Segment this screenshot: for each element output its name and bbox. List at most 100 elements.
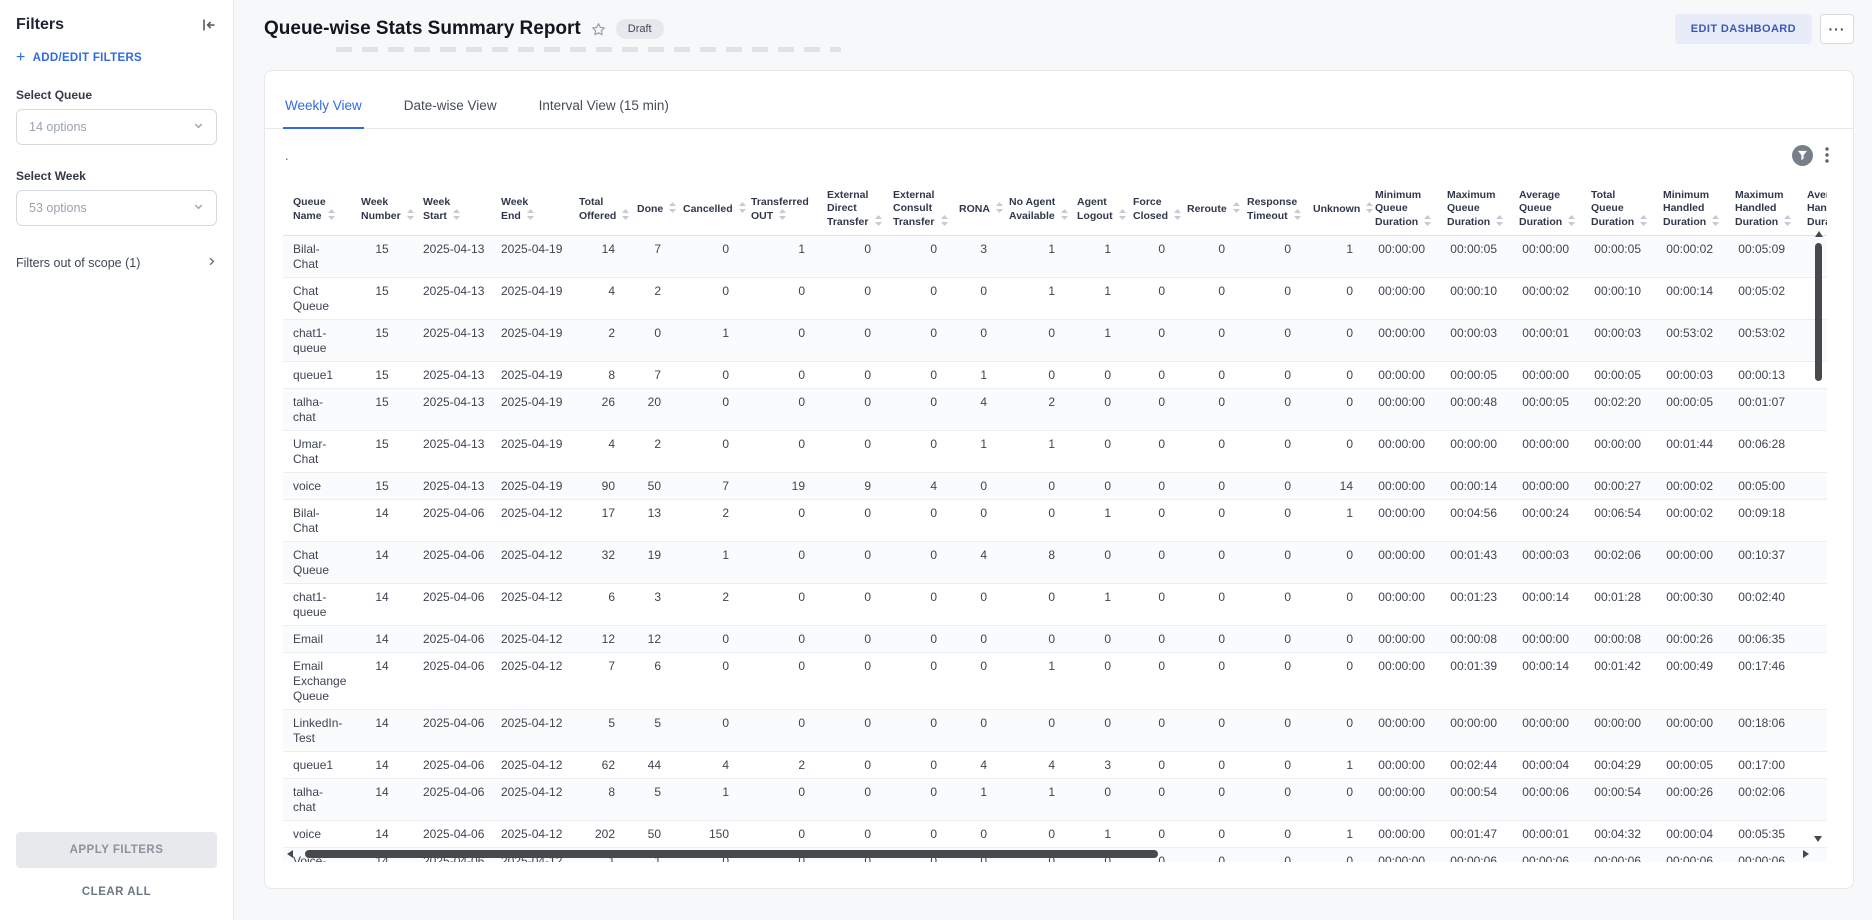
kebab-menu-icon[interactable] — [1825, 147, 1829, 163]
sort-icon[interactable] — [1423, 215, 1432, 226]
table-row[interactable]: chat1-queue152025-04-132025-04-192010000… — [283, 320, 1827, 362]
edit-dashboard-button[interactable]: EDIT DASHBOARD — [1675, 14, 1812, 44]
sort-icon[interactable] — [1495, 215, 1504, 226]
sort-icon[interactable] — [778, 209, 787, 220]
select-week-dropdown[interactable]: 53 options — [16, 190, 217, 226]
column-header-agent-logout[interactable]: Agent Logout — [1067, 183, 1123, 236]
cell: 2025-04-06 — [413, 500, 491, 542]
cell: 19 — [741, 473, 817, 500]
filters-out-of-scope[interactable]: Filters out of scope (1) — [16, 256, 217, 270]
column-header-reroute[interactable]: Reroute — [1177, 183, 1237, 236]
add-edit-filters-button[interactable]: + ADD/EDIT FILTERS — [16, 52, 217, 64]
column-header-total-queue-duration[interactable]: Total Queue Duration — [1581, 183, 1653, 236]
vertical-scrollbar[interactable] — [1814, 231, 1823, 842]
table-row[interactable]: LinkedIn-Test142025-04-062025-04-1255000… — [283, 710, 1827, 752]
sort-icon[interactable] — [1232, 202, 1241, 213]
sort-icon[interactable] — [621, 209, 630, 220]
column-header-cancelled[interactable]: Cancelled — [673, 183, 741, 236]
scroll-down-arrow-icon[interactable] — [1814, 836, 1822, 842]
table-row[interactable]: Bilal-Chat152025-04-132025-04-1914701003… — [283, 236, 1827, 278]
table-row[interactable]: talha-chat152025-04-132025-04-1926200000… — [283, 389, 1827, 431]
cell: 00:00:00 — [1365, 362, 1437, 389]
sort-icon[interactable] — [1293, 209, 1302, 220]
clear-all-button[interactable]: CLEAR ALL — [16, 886, 217, 898]
cell: 2025-04-19 — [491, 236, 569, 278]
column-header-average-handled-duration[interactable]: Average Handled Duration — [1797, 183, 1827, 236]
sort-icon[interactable] — [1639, 215, 1648, 226]
collapse-sidebar-icon[interactable] — [201, 17, 217, 33]
column-header-week-end[interactable]: Week End — [491, 183, 569, 236]
column-header-unknown[interactable]: Unknown — [1303, 183, 1365, 236]
select-queue-dropdown[interactable]: 14 options — [16, 109, 217, 145]
sort-icon[interactable] — [526, 209, 535, 220]
column-header-minimum-handled-duration[interactable]: Minimum Handled Duration — [1653, 183, 1725, 236]
cell: 0 — [883, 653, 949, 710]
sort-icon[interactable] — [668, 202, 677, 213]
column-header-external-consult-transfer[interactable]: External Consult Transfer — [883, 183, 949, 236]
tab-weekly-view[interactable]: Weekly View — [283, 98, 364, 129]
table-row[interactable]: queue1152025-04-132025-04-19870000100000… — [283, 362, 1827, 389]
table-row[interactable]: Chat Queue142025-04-062025-04-1232191000… — [283, 542, 1827, 584]
horizontal-scrollbar-track[interactable] — [300, 850, 1796, 858]
tab-interval-view[interactable]: Interval View (15 min) — [537, 98, 671, 129]
scroll-left-arrow-icon[interactable] — [287, 850, 293, 858]
column-header-rona[interactable]: RONA — [949, 183, 999, 236]
column-header-maximum-handled-duration[interactable]: Maximum Handled Duration — [1725, 183, 1797, 236]
column-header-done[interactable]: Done — [627, 183, 673, 236]
cell: 0 — [883, 542, 949, 584]
column-header-external-direct-transfer[interactable]: External Direct Transfer — [817, 183, 883, 236]
column-header-force-closed[interactable]: Force Closed — [1123, 183, 1177, 236]
sort-icon[interactable] — [1173, 209, 1182, 220]
sort-icon[interactable] — [738, 202, 747, 213]
sort-icon[interactable] — [1567, 215, 1576, 226]
vertical-scrollbar-thumb[interactable] — [1815, 243, 1822, 381]
sort-icon[interactable] — [406, 209, 415, 220]
column-header-minimum-queue-duration[interactable]: Minimum Queue Duration — [1365, 183, 1437, 236]
column-header-no-agent-available[interactable]: No Agent Available — [999, 183, 1067, 236]
sort-icon[interactable] — [1118, 209, 1127, 220]
sort-icon[interactable] — [1783, 215, 1792, 226]
cell: 00:00:00 — [1365, 500, 1437, 542]
column-header-response-timeout[interactable]: Response Timeout — [1237, 183, 1303, 236]
column-header-week-number[interactable]: Week Number — [351, 183, 413, 236]
sort-icon[interactable] — [452, 209, 461, 220]
sort-icon[interactable] — [1711, 215, 1720, 226]
scroll-up-arrow-icon[interactable] — [1815, 231, 1823, 237]
table-filter-icon[interactable] — [1792, 145, 1813, 166]
sort-icon[interactable] — [1060, 209, 1069, 220]
apply-filters-button[interactable]: APPLY FILTERS — [16, 832, 217, 868]
cell: 0 — [817, 278, 883, 320]
table-row[interactable]: Email Exchange Queue142025-04-062025-04-… — [283, 653, 1827, 710]
table-row[interactable]: queue1142025-04-062025-04-12624442004430… — [283, 752, 1827, 779]
table-row[interactable]: talha-chat142025-04-062025-04-1285100011… — [283, 779, 1827, 821]
column-header-week-start[interactable]: Week Start — [413, 183, 491, 236]
sort-icon[interactable] — [874, 215, 883, 226]
report-card: Weekly View Date-wise View Interval View… — [264, 70, 1854, 889]
horizontal-scrollbar[interactable] — [287, 849, 1809, 858]
scroll-right-arrow-icon[interactable] — [1803, 850, 1809, 858]
column-header-total-offered[interactable]: Total Offered — [569, 183, 627, 236]
column-header-transferred-out[interactable]: Transferred OUT — [741, 183, 817, 236]
cell: 00:01:39 — [1437, 653, 1509, 710]
cell: 0 — [999, 584, 1067, 626]
table-row[interactable]: voice152025-04-132025-04-199050719940000… — [283, 473, 1827, 500]
cell: 0 — [673, 626, 741, 653]
table-row[interactable]: Chat Queue152025-04-132025-04-1942000001… — [283, 278, 1827, 320]
horizontal-scrollbar-thumb[interactable] — [305, 850, 1158, 858]
cell: 2025-04-13 — [413, 389, 491, 431]
sort-icon[interactable] — [995, 202, 1004, 213]
sort-icon[interactable] — [327, 209, 336, 220]
sort-icon[interactable] — [1365, 202, 1374, 213]
column-header-maximum-queue-duration[interactable]: Maximum Queue Duration — [1437, 183, 1509, 236]
column-header-average-queue-duration[interactable]: Average Queue Duration — [1509, 183, 1581, 236]
sort-icon[interactable] — [940, 215, 949, 226]
table-row[interactable]: Bilal-Chat142025-04-062025-04-1217132000… — [283, 500, 1827, 542]
table-row[interactable]: chat1-queue142025-04-062025-04-126320000… — [283, 584, 1827, 626]
tab-date-wise-view[interactable]: Date-wise View — [402, 98, 499, 129]
table-row[interactable]: voice142025-04-062025-04-122025015000000… — [283, 821, 1827, 848]
more-options-button[interactable]: ··· — [1820, 14, 1854, 44]
table-row[interactable]: Umar-Chat152025-04-132025-04-19420000110… — [283, 431, 1827, 473]
table-row[interactable]: Email142025-04-062025-04-121212000000000… — [283, 626, 1827, 653]
column-header-queue-name[interactable]: Queue Name — [283, 183, 351, 236]
star-icon[interactable] — [591, 22, 606, 37]
